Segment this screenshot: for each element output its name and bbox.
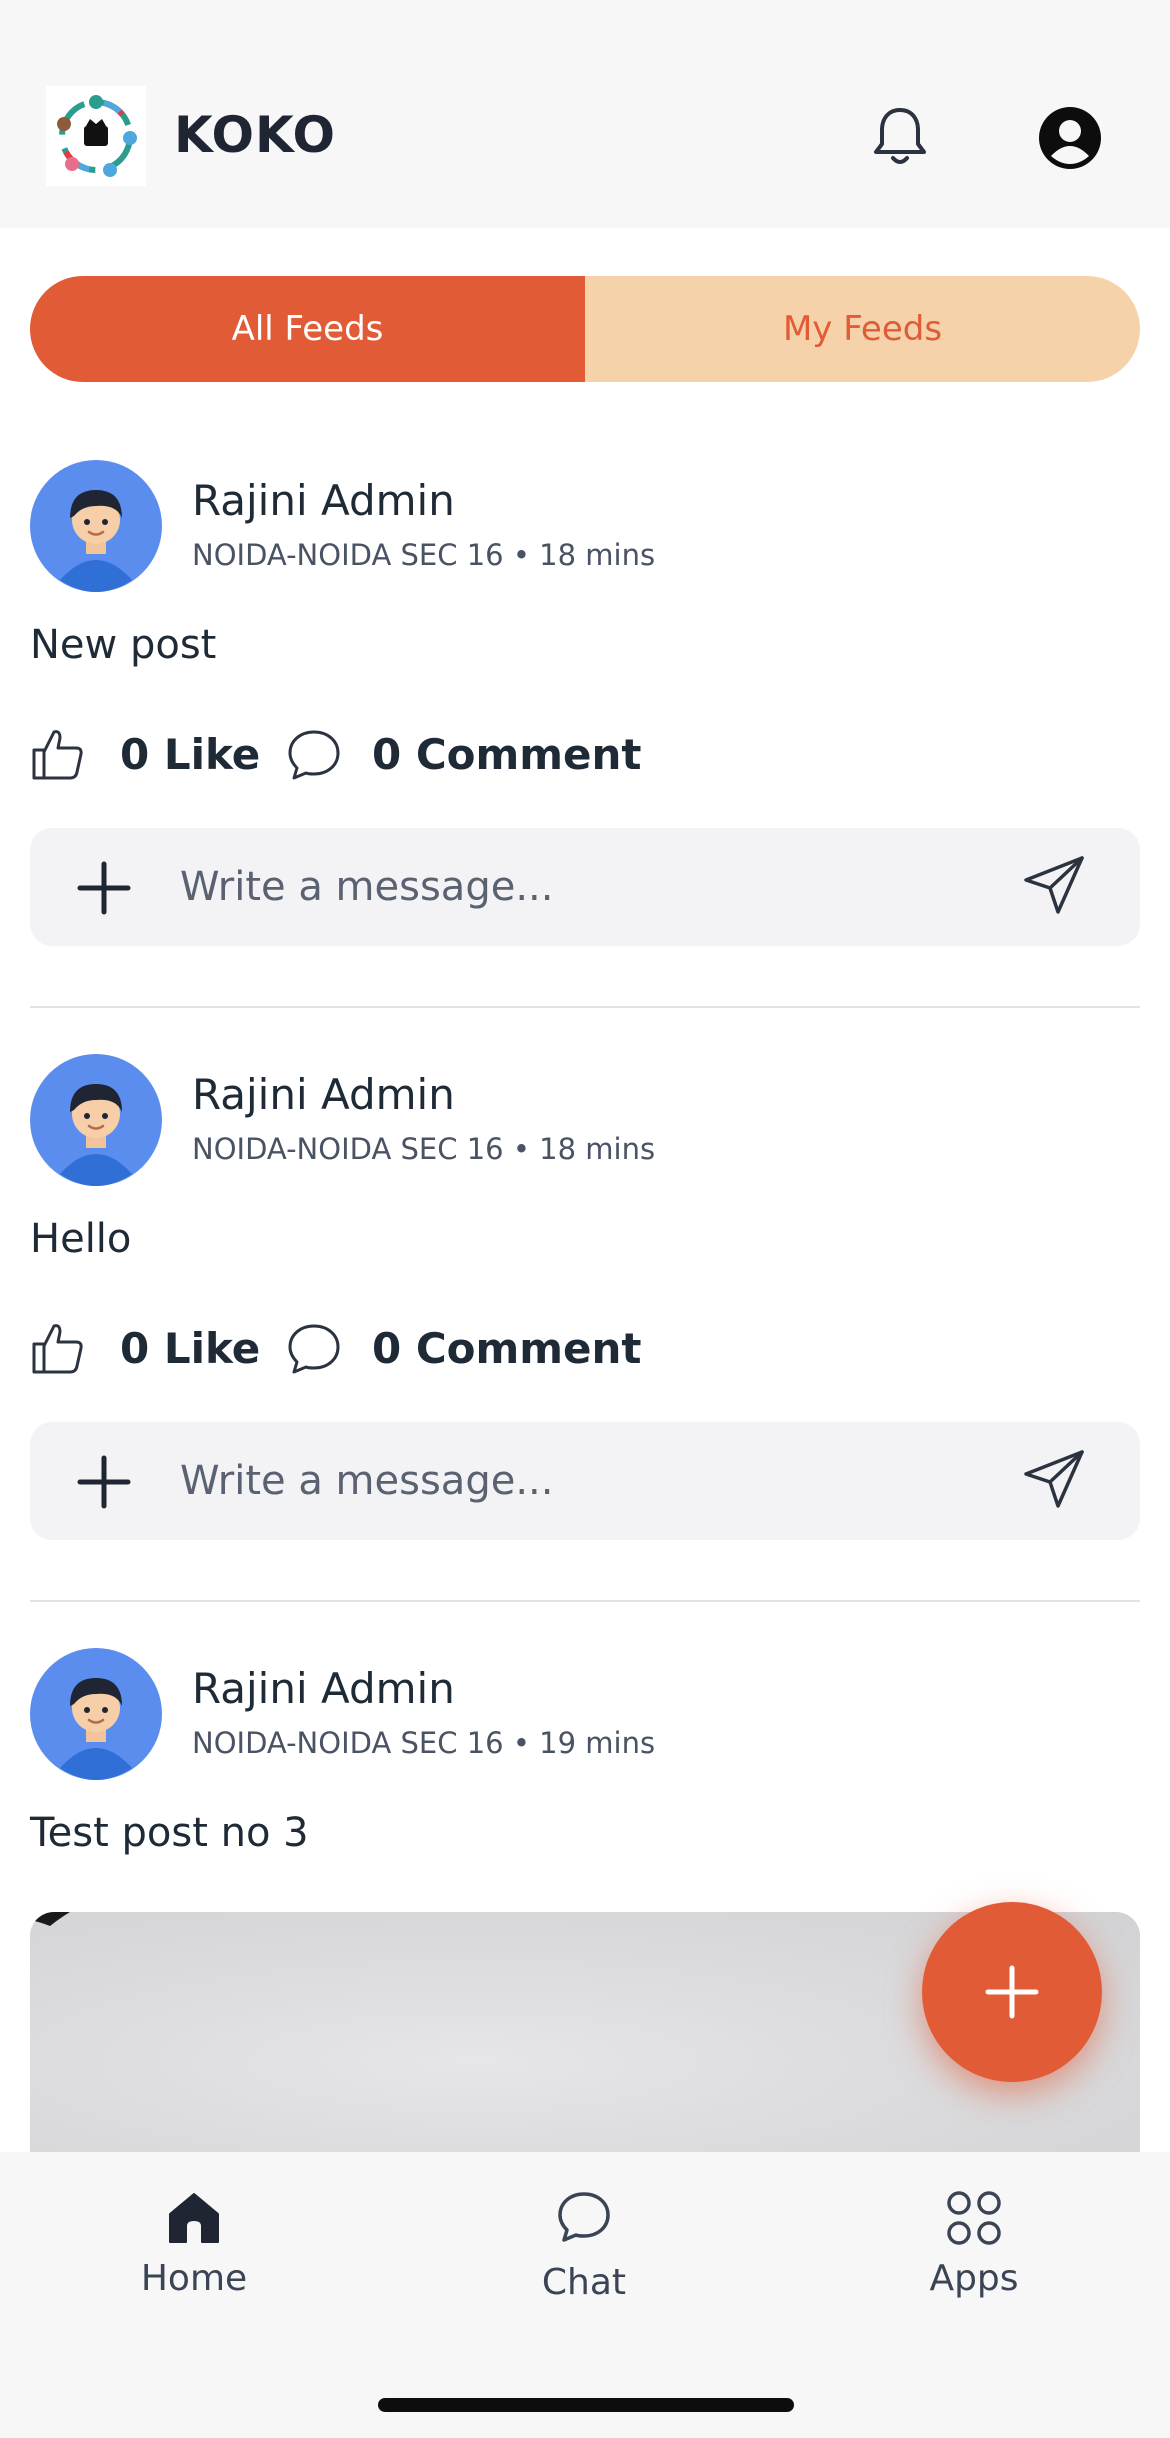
like-count[interactable]: 0 Like	[120, 1324, 260, 1373]
comment-composer	[30, 1422, 1140, 1540]
avatar[interactable]	[30, 1054, 162, 1186]
post-text: New post	[30, 622, 217, 668]
post-author[interactable]: Rajini Admin	[192, 1070, 455, 1119]
comment-count[interactable]: 0 Comment	[372, 1324, 642, 1373]
top-app-bar: KOKO	[0, 0, 1170, 228]
like-count[interactable]: 0 Like	[120, 730, 260, 779]
feed-tabs: All Feeds My Feeds	[30, 276, 1140, 382]
post-actions: 0 Like 0 Comment	[30, 722, 1140, 784]
home-icon	[169, 2193, 219, 2243]
bell-icon[interactable]	[870, 104, 930, 170]
nav-apps[interactable]: Apps	[854, 2188, 1094, 2328]
plus-icon[interactable]	[76, 1454, 132, 1510]
nav-chat-label: Chat	[541, 2262, 627, 2303]
app-title: KOKO	[174, 106, 337, 164]
avatar[interactable]	[30, 460, 162, 592]
post-meta: NOIDA-NOIDA SEC 16 • 18 mins	[192, 538, 656, 572]
profile-icon[interactable]	[1038, 106, 1102, 170]
home-indicator	[378, 2398, 794, 2412]
chat-icon	[558, 2192, 610, 2242]
nav-chat[interactable]: Chat	[464, 2188, 704, 2328]
bottom-navigation: Home Chat Apps	[0, 2152, 1170, 2438]
nav-apps-label: Apps	[929, 2258, 1019, 2299]
like-icon[interactable]	[30, 726, 86, 782]
post-text: Test post no 3	[30, 1810, 309, 1856]
logo-icon	[46, 86, 146, 186]
fab-plus-icon	[985, 1965, 1039, 2019]
apps-icon	[947, 2191, 1001, 2245]
post-actions: 0 Like 0 Comment	[30, 1316, 1140, 1378]
plus-icon[interactable]	[76, 860, 132, 916]
message-input[interactable]	[180, 852, 1020, 922]
post-author[interactable]: Rajini Admin	[192, 1664, 455, 1713]
post-text: Hello	[30, 1216, 132, 1262]
tab-all-feeds[interactable]: All Feeds	[30, 276, 585, 382]
comment-composer	[30, 828, 1140, 946]
create-post-button[interactable]	[922, 1902, 1102, 2082]
comment-icon[interactable]	[286, 728, 342, 782]
avatar[interactable]	[30, 1648, 162, 1780]
post-author[interactable]: Rajini Admin	[192, 476, 455, 525]
post-divider	[30, 1006, 1140, 1008]
tab-my-feeds[interactable]: My Feeds	[585, 276, 1140, 382]
send-icon[interactable]	[1020, 1444, 1090, 1514]
message-input[interactable]	[180, 1446, 1020, 1516]
nav-home-label: Home	[140, 2258, 248, 2299]
nav-home[interactable]: Home	[74, 2188, 314, 2328]
post-meta: NOIDA-NOIDA SEC 16 • 19 mins	[192, 1726, 656, 1760]
like-icon[interactable]	[30, 1320, 86, 1376]
comment-icon[interactable]	[286, 1322, 342, 1376]
post-meta: NOIDA-NOIDA SEC 16 • 18 mins	[192, 1132, 656, 1166]
send-icon[interactable]	[1020, 850, 1090, 920]
comment-count[interactable]: 0 Comment	[372, 730, 642, 779]
post-divider	[30, 1600, 1140, 1602]
